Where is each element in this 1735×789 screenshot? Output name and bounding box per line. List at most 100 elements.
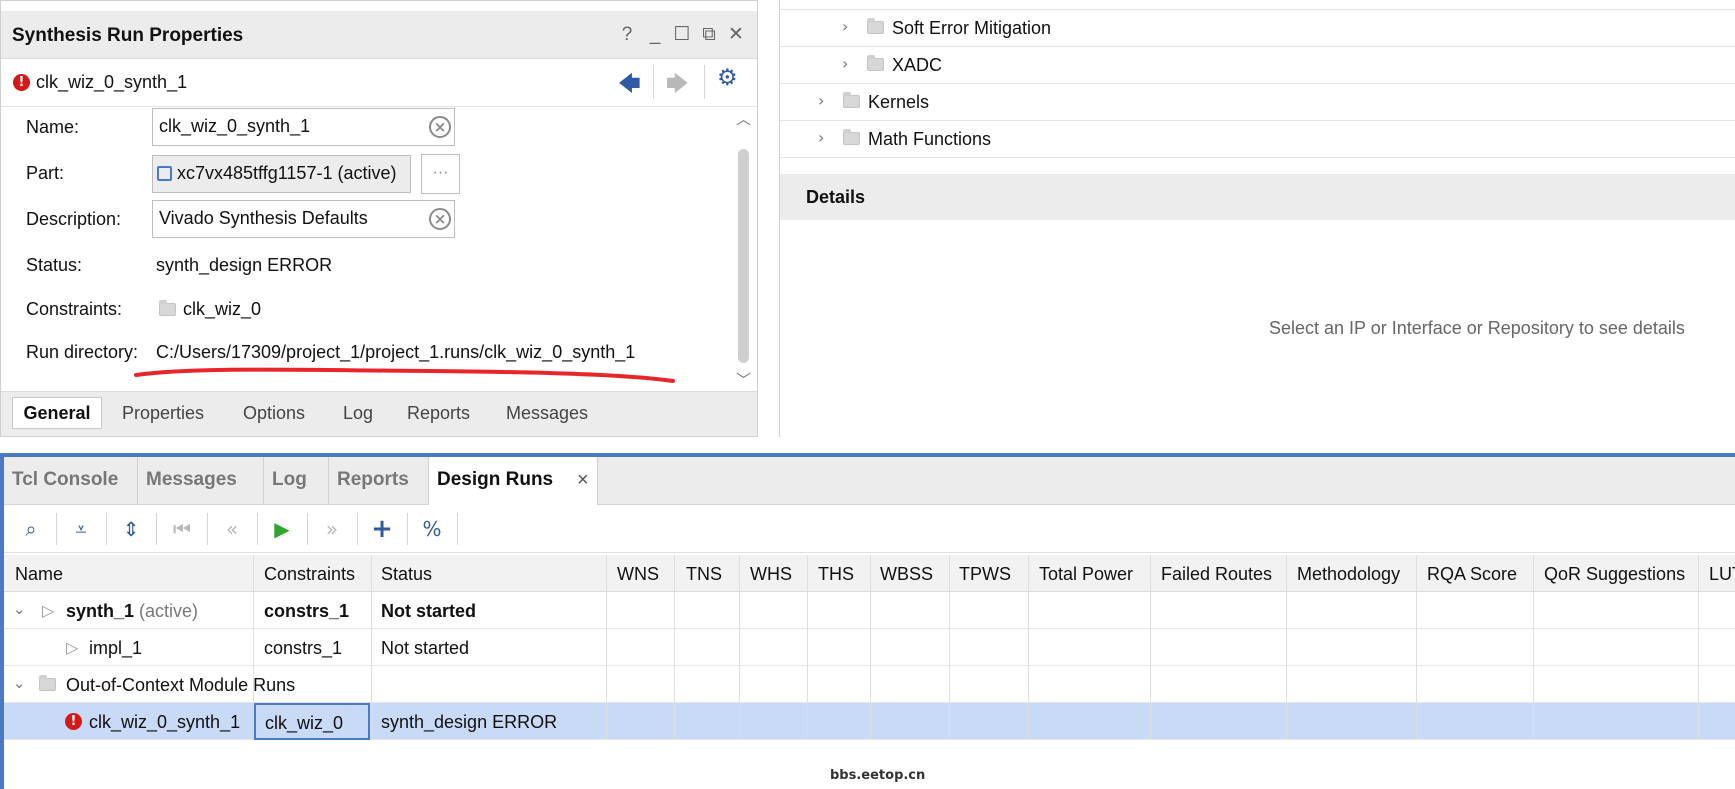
error-icon: ! — [65, 713, 82, 730]
run-state-triangle-icon: ▷ — [66, 640, 79, 657]
column-divider — [739, 555, 740, 740]
tab-properties[interactable]: Properties — [122, 403, 204, 424]
tab-messages[interactable]: Messages — [506, 403, 588, 424]
tree-row — [780, 0, 1735, 10]
run-name: impl_1 — [89, 638, 143, 658]
col-header-whs[interactable]: WHS — [750, 564, 792, 585]
col-header-tns[interactable]: TNS — [686, 564, 722, 585]
scrollbar-thumb[interactable] — [738, 149, 749, 363]
tab-reports[interactable]: Reports — [329, 457, 429, 505]
forward-arrow-icon[interactable]: 🡆 — [666, 67, 694, 97]
col-header-rqa-score[interactable]: RQA Score — [1427, 564, 1517, 585]
tab-log[interactable]: Log — [343, 403, 373, 424]
description-label: Description: — [26, 209, 122, 229]
previous-icon[interactable]: « — [217, 515, 247, 543]
tab-design-runs-label: Design Runs — [437, 469, 554, 490]
toolbar-separator — [407, 513, 408, 545]
chevron-down-icon[interactable]: ⌄ — [13, 600, 26, 618]
part-browse-button[interactable]: ··· — [421, 154, 460, 194]
part-label: Part: — [26, 163, 65, 183]
constraints-value[interactable]: clk_wiz_0 — [183, 299, 261, 320]
run-state-triangle-icon: ▷ — [42, 603, 55, 620]
scroll-up-icon[interactable]: ︿ — [736, 108, 751, 129]
tree-label: XADC — [892, 55, 943, 75]
tree-row-math-functions[interactable]: › Math Functions — [780, 121, 1735, 158]
chevron-right-icon[interactable]: › — [818, 128, 824, 147]
col-header-lut[interactable]: LUT — [1709, 564, 1735, 585]
percent-icon[interactable]: % — [417, 515, 447, 543]
folder-icon — [39, 675, 56, 691]
folder-icon — [843, 92, 860, 108]
toolbar-separator — [156, 513, 157, 545]
folder-icon — [843, 129, 860, 145]
panel-title: Synthesis Run Properties — [12, 25, 244, 46]
part-value: xc7vx485tffg1157-1 (active) — [177, 163, 397, 183]
clear-description-icon[interactable]: × — [429, 208, 451, 230]
col-header-failed-routes[interactable]: Failed Routes — [1161, 564, 1272, 585]
status-value: synth_design ERROR — [156, 255, 333, 275]
collapse-all-icon[interactable]: ⩡ — [66, 515, 96, 543]
col-header-constraints[interactable]: Constraints — [264, 564, 355, 585]
scroll-down-icon[interactable]: ﹀ — [736, 369, 751, 390]
run-constraints[interactable]: clk_wiz_0 — [254, 703, 370, 740]
help-icon[interactable]: ? — [615, 23, 639, 47]
tab-design-runs[interactable]: Design Runs × — [429, 457, 598, 505]
col-header-wbss[interactable]: WBSS — [880, 564, 933, 585]
add-run-icon[interactable]: + — [367, 515, 397, 543]
col-header-name[interactable]: Name — [15, 564, 63, 585]
part-field[interactable]: xc7vx485tffg1157-1 (active) — [152, 155, 411, 193]
tree-row-soft-error-mitigation[interactable]: › Soft Error Mitigation — [780, 10, 1735, 47]
clear-name-icon[interactable]: × — [429, 116, 451, 138]
col-header-total-power[interactable]: Total Power — [1039, 564, 1133, 585]
search-icon[interactable]: ⌕ — [16, 515, 46, 543]
next-icon[interactable]: » — [317, 515, 347, 543]
chevron-right-icon[interactable]: › — [818, 91, 824, 110]
toolbar-separator — [653, 65, 654, 99]
run-name: clk_wiz_0_synth_1 — [36, 72, 188, 92]
column-divider — [807, 555, 808, 740]
tree-row-kernels[interactable]: › Kernels — [780, 84, 1735, 121]
tab-reports[interactable]: Reports — [407, 403, 470, 424]
column-divider — [949, 555, 950, 740]
tab-messages[interactable]: Messages — [138, 457, 264, 505]
col-header-wns[interactable]: WNS — [617, 564, 659, 585]
maximize-icon[interactable]: ☐ — [670, 23, 694, 47]
col-header-status[interactable]: Status — [381, 564, 432, 585]
column-divider — [674, 555, 675, 740]
column-divider — [1286, 555, 1287, 740]
col-header-ths[interactable]: THS — [818, 564, 854, 585]
description-value: Vivado Synthesis Defaults — [159, 208, 368, 228]
tab-general[interactable]: General — [12, 397, 102, 429]
tree-row-xadc[interactable]: › XADC — [780, 47, 1735, 84]
toolbar-separator — [357, 513, 358, 545]
tree-label: Math Functions — [868, 129, 992, 149]
description-field[interactable]: Vivado Synthesis Defaults × — [152, 200, 455, 238]
settings-gear-icon[interactable]: ⚙ — [717, 65, 738, 91]
back-arrow-icon[interactable]: 🡄 — [618, 67, 646, 97]
column-divider — [870, 555, 871, 740]
minimize-icon[interactable]: _ — [643, 23, 667, 47]
folder-icon — [867, 18, 884, 34]
first-icon[interactable]: ⏮ — [167, 515, 197, 543]
toolbar-separator — [56, 513, 57, 545]
chevron-down-icon[interactable]: ⌄ — [13, 674, 26, 692]
col-header-tpws[interactable]: TPWS — [959, 564, 1011, 585]
col-header-qor-suggestions[interactable]: QoR Suggestions — [1544, 564, 1685, 585]
tab-tcl-console[interactable]: Tcl Console — [4, 457, 138, 505]
ip-catalog-panel: › Soft Error Mitigation › XADC › Kernels… — [779, 0, 1735, 437]
tab-log[interactable]: Log — [264, 457, 329, 505]
synthesis-run-properties-panel: Synthesis Run Properties ? _ ☐ ⧉ ✕ ! clk… — [0, 0, 758, 437]
toolbar-separator — [704, 65, 705, 99]
float-icon[interactable]: ⧉ — [697, 23, 721, 47]
launch-run-icon[interactable]: ▶ — [267, 515, 297, 543]
col-header-methodology[interactable]: Methodology — [1297, 564, 1400, 585]
close-icon[interactable]: ✕ — [724, 23, 748, 47]
name-field[interactable]: clk_wiz_0_synth_1 × — [152, 108, 455, 146]
chevron-right-icon[interactable]: › — [842, 54, 848, 73]
close-tab-icon[interactable]: × — [577, 457, 589, 503]
name-value: clk_wiz_0_synth_1 — [159, 116, 311, 136]
tab-options[interactable]: Options — [243, 403, 305, 424]
column-divider — [1533, 555, 1534, 740]
expand-all-icon[interactable]: ⇕ — [116, 515, 146, 543]
chevron-right-icon[interactable]: › — [842, 17, 848, 36]
